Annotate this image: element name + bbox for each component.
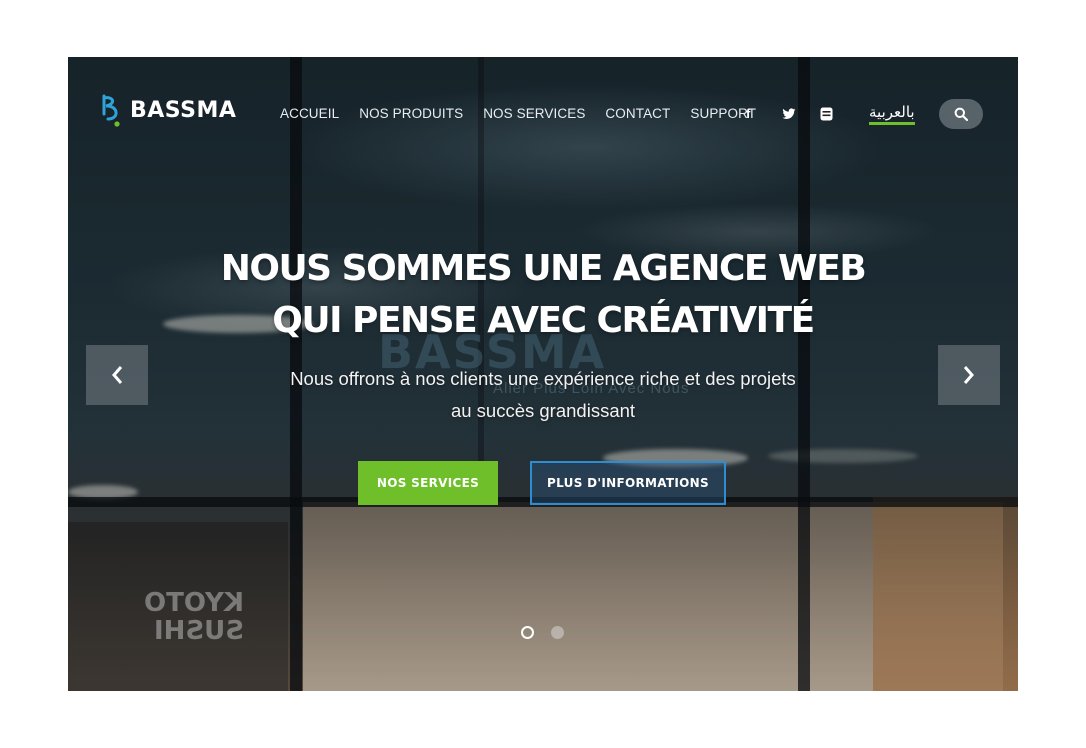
facebook-icon[interactable]: f	[746, 106, 750, 121]
carousel-next-button[interactable]	[938, 345, 1000, 405]
nav-item-contact[interactable]: CONTACT	[605, 106, 670, 121]
language-switch-arabic[interactable]: بالعربية	[869, 103, 915, 125]
carousel-dot-1[interactable]	[521, 626, 534, 639]
search-button[interactable]	[939, 99, 983, 129]
hero-subtitle-line-2: au succès grandissant	[450, 400, 636, 421]
carousel-prev-button[interactable]	[86, 345, 148, 405]
carousel-dot-2[interactable]	[551, 626, 564, 639]
chevron-left-icon	[112, 366, 123, 384]
nav-item-accueil[interactable]: ACCUEIL	[280, 106, 339, 121]
nav-item-nos-services[interactable]: NOS SERVICES	[483, 106, 585, 121]
twitter-icon[interactable]	[782, 108, 796, 120]
youtube-icon[interactable]	[820, 107, 833, 121]
search-icon	[954, 107, 968, 121]
chevron-right-icon	[963, 366, 974, 384]
plus-informations-button[interactable]: PLUS D'INFORMATIONS	[530, 461, 726, 505]
brand-logo[interactable]: BASSMA	[100, 92, 236, 128]
hero-banner: BASSMA Aller Plus Loin Avec Nous KYOTO S…	[68, 57, 1018, 691]
brand-name: BASSMA	[130, 97, 237, 123]
hero-title-line-1: NOUS SOMMES UNE AGENCE WEB	[220, 248, 867, 289]
hero-subtitle-line-1: Nous offrons à nos clients une expérienc…	[290, 368, 796, 389]
nav-item-nos-produits[interactable]: NOS PRODUITS	[359, 106, 463, 121]
nos-services-button[interactable]: NOS SERVICES	[358, 461, 498, 505]
main-nav: ACCUEIL NOS PRODUITS NOS SERVICES CONTAC…	[280, 106, 776, 121]
hero-title-line-2: QUI PENSE AVEC CRÉATIVITÉ	[272, 300, 815, 341]
logo-mark-icon	[102, 94, 120, 127]
